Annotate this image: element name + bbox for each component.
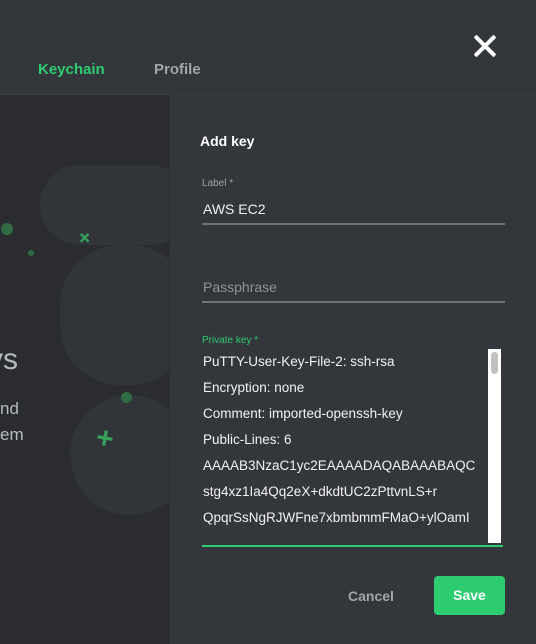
private-key-line: PuTTY-User-Key-File-2: ssh-rsa — [203, 354, 395, 369]
background-keychain-panel: + + ys nd em — [0, 95, 169, 644]
panel-heading-fragment: ys — [0, 343, 18, 376]
tab-profile[interactable]: Profile — [154, 61, 201, 78]
passphrase-input[interactable] — [202, 273, 505, 303]
dialog-title: Add key — [200, 133, 255, 149]
decorative-dot — [1, 223, 13, 235]
decorative-blob — [70, 395, 169, 515]
private-key-line: AAAAB3NzaC1yc2EAAAADAQABAAABAQC — [203, 458, 476, 473]
private-key-field-label: Private key * — [202, 335, 259, 346]
private-key-line: Public-Lines: 6 — [203, 432, 292, 447]
private-key-textarea[interactable]: PuTTY-User-Key-File-2: ssh-rsa Encryption… — [202, 349, 503, 547]
private-key-line: QpqrSsNgRJWFne7xbmbmmFMaO+ylOamI — [203, 510, 470, 525]
label-field-label: Label * — [202, 178, 234, 189]
scrollbar-thumb[interactable] — [491, 352, 498, 374]
label-input[interactable] — [202, 195, 505, 225]
tab-keychain[interactable]: Keychain — [38, 61, 105, 78]
close-icon[interactable] — [470, 31, 500, 61]
save-button[interactable]: Save — [434, 576, 505, 615]
decorative-dot — [28, 250, 34, 256]
private-key-line: Comment: imported-openssh-key — [203, 406, 403, 421]
cancel-button[interactable]: Cancel — [348, 588, 394, 604]
panel-text-fragment: nd — [0, 399, 19, 418]
add-key-dialog: Add key Label * Private key * PuTTY-User… — [170, 95, 536, 644]
decorative-blob — [60, 245, 169, 385]
private-key-line: Encryption: none — [203, 380, 305, 395]
panel-text-fragment: em — [0, 425, 24, 444]
decorative-blob — [40, 165, 169, 245]
private-key-line: stg4xz1Ia4Qq2eX+dkdtUC2zPttvnLS+r — [203, 484, 438, 499]
decorative-dot — [121, 392, 132, 403]
private-key-content: PuTTY-User-Key-File-2: ssh-rsa Encryption… — [203, 349, 485, 531]
private-key-scrollbar[interactable] — [488, 349, 501, 543]
top-navigation-bar: Keychain Profile — [0, 0, 536, 95]
